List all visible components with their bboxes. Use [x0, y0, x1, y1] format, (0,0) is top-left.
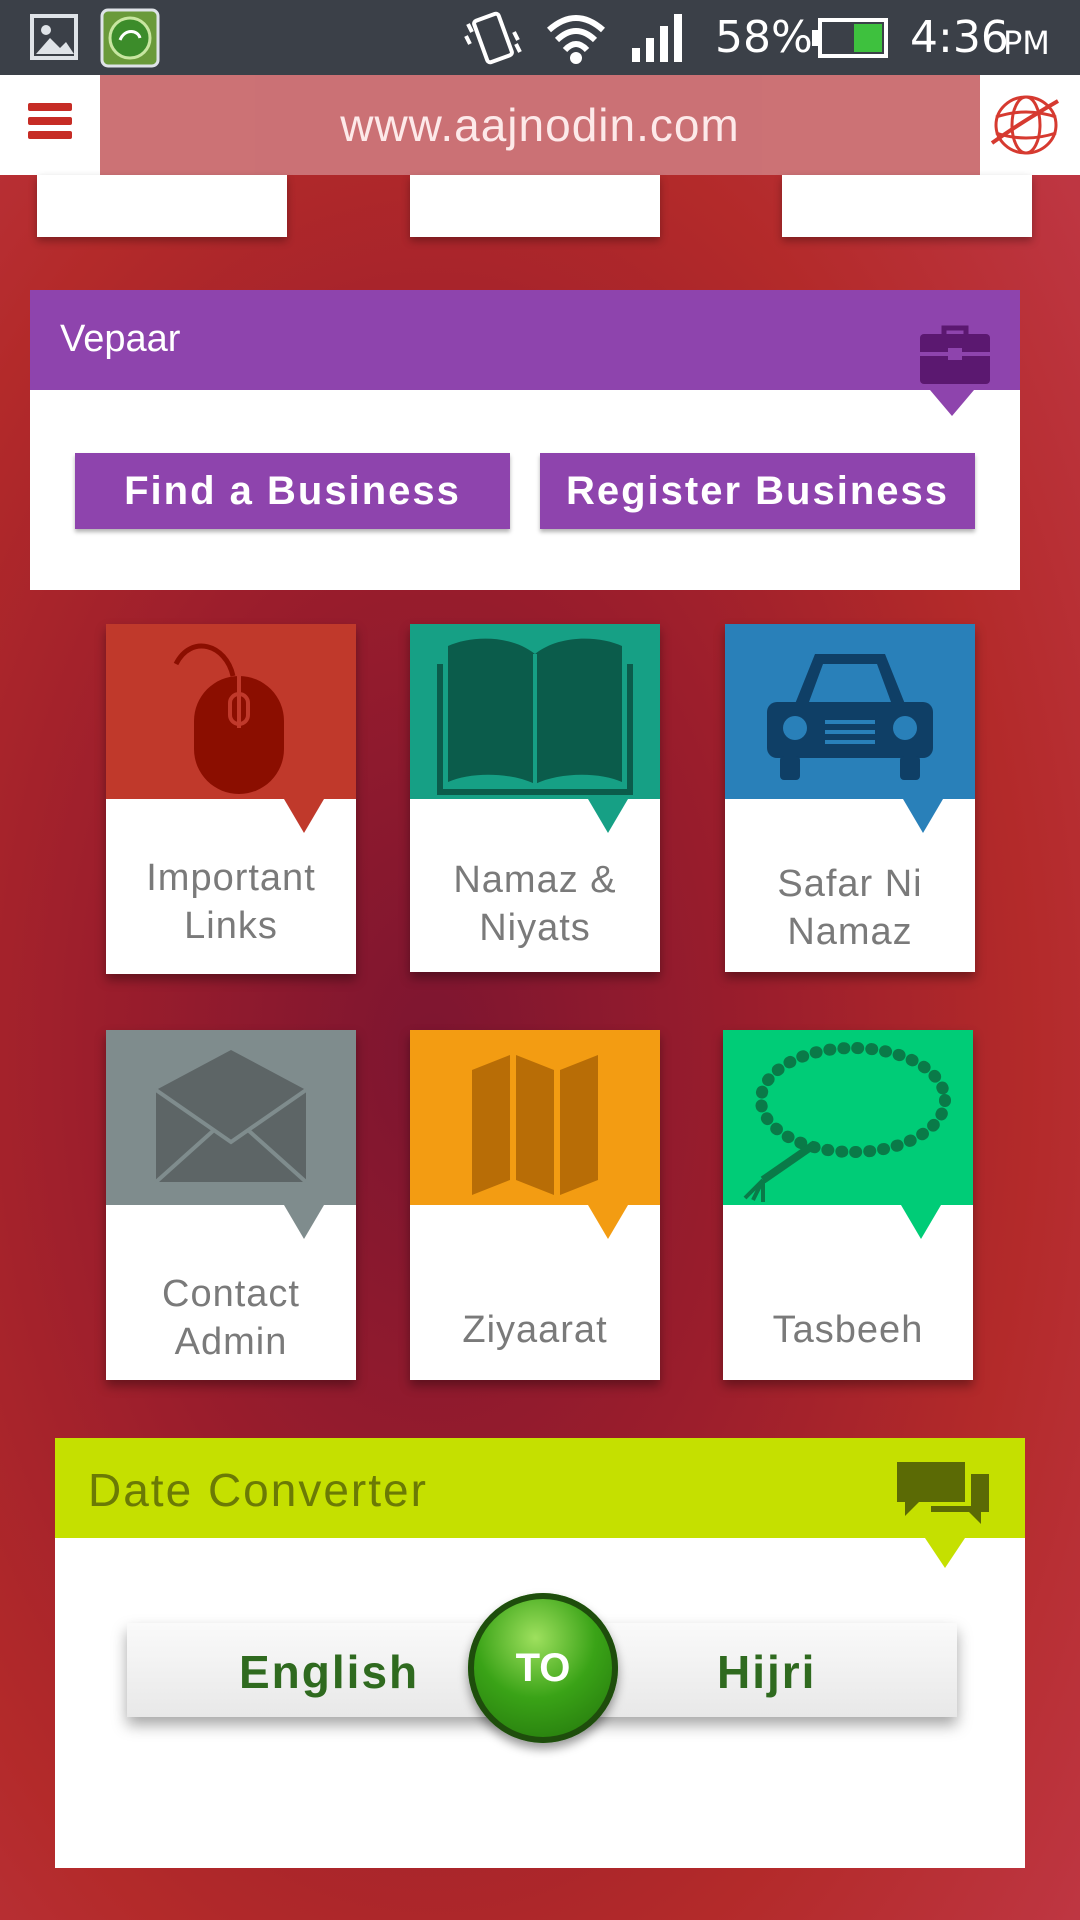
tile-label-line2: Namaz — [787, 911, 913, 953]
partial-card[interactable] — [782, 175, 1032, 237]
tile-notch — [284, 799, 324, 833]
date-converter-title: Date Converter — [88, 1464, 428, 1516]
car-icon — [767, 654, 933, 780]
to-hijri-option[interactable]: Hijri — [717, 1645, 816, 1699]
app-header: www.aajnodin.com — [0, 75, 1080, 175]
briefcase-icon — [920, 325, 990, 384]
partial-card[interactable] — [410, 175, 660, 237]
tile-label-line1: Namaz & — [453, 859, 617, 901]
tasbeeh-beads-icon — [743, 1042, 951, 1202]
tile-label-line1: Safar Ni — [777, 863, 923, 905]
chat-bubbles-icon — [897, 1462, 989, 1524]
tile-important-links[interactable]: Important Links — [106, 624, 356, 974]
tile-notch — [588, 799, 628, 833]
globe-logo-icon[interactable] — [990, 93, 1060, 157]
status-bar: 58% 4:36 PM — [0, 0, 1080, 75]
clock-ampm: PM — [1003, 24, 1050, 62]
battery-icon — [812, 18, 888, 58]
signal-icon — [632, 14, 682, 62]
tile-notch — [903, 799, 943, 833]
tile-label-line1: Important — [146, 857, 316, 899]
find-business-button[interactable]: Find a Business — [75, 453, 510, 529]
tile-label-line1: Tasbeeh — [772, 1309, 924, 1351]
map-icon — [472, 1055, 598, 1195]
envelope-icon — [154, 1050, 308, 1184]
vepaar-notch — [930, 390, 974, 416]
tile-safar-ni-namaz[interactable]: Safar Ni Namaz — [725, 624, 975, 972]
register-business-button[interactable]: Register Business — [540, 453, 975, 529]
book-icon — [437, 638, 633, 795]
app-notification-icon — [100, 8, 160, 68]
tile-label-line2: Niyats — [479, 907, 591, 949]
tile-label-line2: Links — [184, 905, 278, 947]
tile-label-line1: Contact — [162, 1273, 300, 1315]
wifi-icon — [547, 15, 605, 64]
partial-card[interactable] — [37, 175, 287, 237]
gallery-icon — [30, 14, 78, 60]
date-converter-header: Date Converter — [55, 1438, 1025, 1538]
from-english-option[interactable]: English — [239, 1645, 419, 1699]
site-url: www.aajnodin.com — [100, 75, 980, 175]
vepaar-title: Vepaar — [60, 318, 181, 360]
tile-namaz-niyats[interactable]: Namaz & Niyats — [410, 624, 660, 972]
mouse-icon — [173, 643, 284, 794]
convert-to-button[interactable]: TO — [468, 1593, 618, 1743]
date-converter-panel: Date Converter English Hijri TO — [55, 1438, 1025, 1868]
tile-notch — [588, 1205, 628, 1239]
vepaar-panel: Vepaar Find a Business Register Business — [30, 290, 1020, 590]
tile-tasbeeh[interactable]: Tasbeeh — [723, 1030, 973, 1380]
hamburger-menu-icon[interactable] — [28, 103, 72, 147]
tile-label-line2: Admin — [174, 1321, 288, 1363]
tile-label-line1: Ziyaarat — [462, 1309, 608, 1351]
tile-ziyaarat[interactable]: Ziyaarat — [410, 1030, 660, 1380]
tile-notch — [901, 1205, 941, 1239]
date-converter-notch — [925, 1538, 965, 1568]
clock: 4:36 — [910, 12, 1009, 63]
vibrate-icon — [464, 11, 522, 65]
vepaar-header: Vepaar — [30, 290, 1020, 390]
tile-contact-admin[interactable]: Contact Admin — [106, 1030, 356, 1380]
tile-notch — [284, 1205, 324, 1239]
battery-percent: 58% — [715, 12, 813, 63]
